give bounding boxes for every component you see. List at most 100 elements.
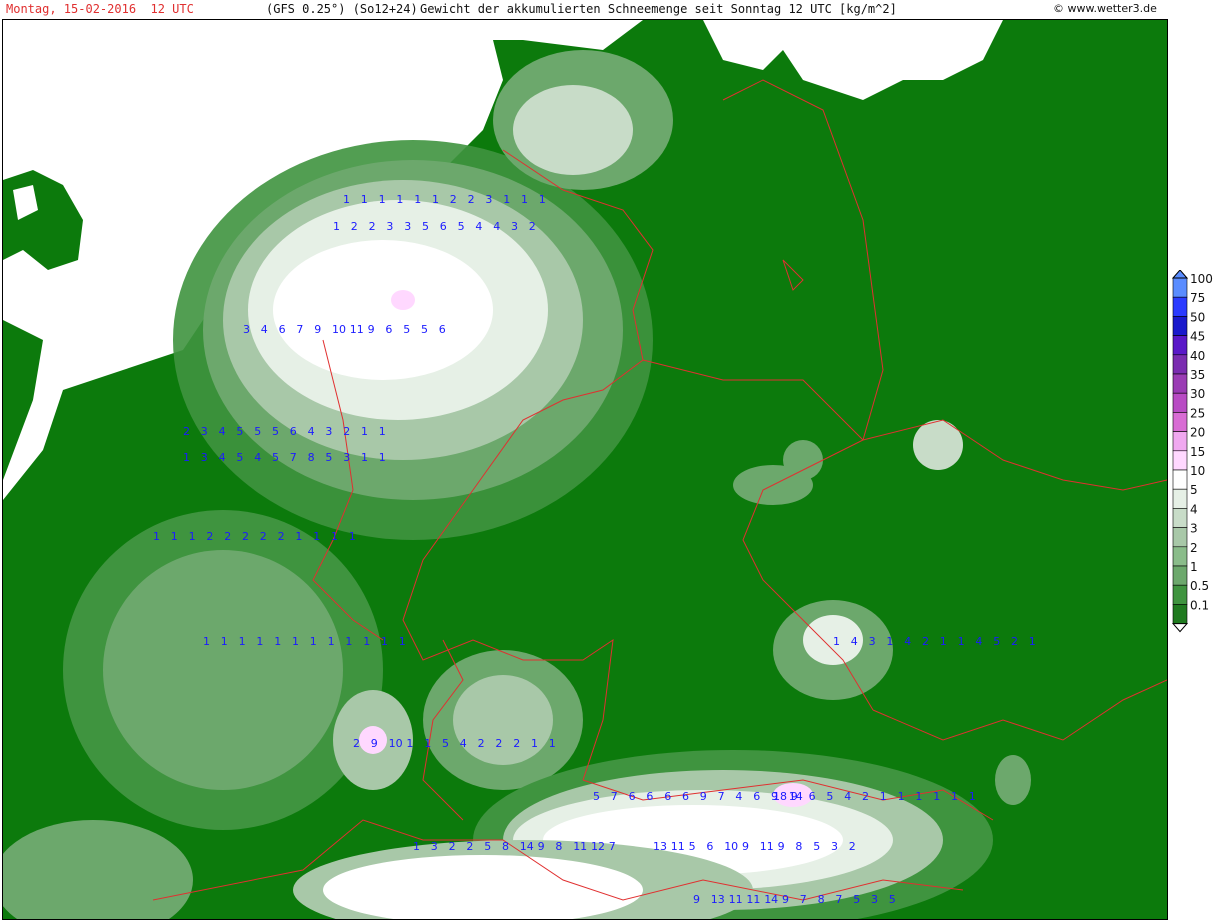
snow-value: 11 (729, 893, 743, 906)
snow-value: 1 (349, 530, 356, 543)
snow-value: 5 (442, 737, 449, 750)
snow-value: 8 (795, 840, 802, 853)
snow-value: 1 (406, 737, 413, 750)
snow-value: 10 (389, 737, 403, 750)
snow-value: 1 (940, 635, 947, 648)
snow-value: 12 (591, 840, 605, 853)
snow-value: 1 (414, 193, 421, 206)
snow-value: 2 (183, 425, 190, 438)
snow-value: 18 (773, 790, 787, 803)
legend-top-arrow (1171, 269, 1189, 279)
snow-value: 5 (593, 790, 600, 803)
snow-value: 3 (404, 220, 411, 233)
snow-value: 3 (430, 918, 437, 919)
snow-value: 8 (555, 840, 562, 853)
snow-value: 9 (782, 893, 789, 906)
snow-value: 1 (539, 193, 546, 206)
snow-value: 4 (904, 635, 911, 648)
snow-value: 1 (331, 530, 338, 543)
snow-value: 14 (764, 893, 778, 906)
snow-value: 7 (296, 323, 303, 336)
snow-value: 5 (359, 918, 366, 919)
snow-value: 6 (290, 425, 297, 438)
snow-value: 10 (341, 918, 355, 919)
snow-value: 6 (629, 790, 636, 803)
snow-value: 1 (424, 737, 431, 750)
snow-value: 7 (800, 893, 807, 906)
snow-value: 6 (664, 790, 671, 803)
map-canvas: 1 1 1 1 1 1 2 2 3 1 1 11 2 2 3 3 5 6 5 4 4 3 23 4 6 7 9 10 11 9 6 5 5 62 3… (3, 20, 1167, 919)
snow-value: 2 (529, 220, 536, 233)
legend-label: 45 (1190, 330, 1205, 344)
snow-value: 2 (369, 220, 376, 233)
snow-value: 4 (219, 425, 226, 438)
snow-value: 1 (343, 193, 350, 206)
snow-value: 3 (201, 451, 208, 464)
snow-value: 5 (272, 451, 279, 464)
snow-value: 2 (468, 193, 475, 206)
snow-value: 1 (274, 635, 281, 648)
snow-value: 5 (254, 425, 261, 438)
legend-swatch (1172, 354, 1188, 375)
snow-value: 14 (520, 840, 534, 853)
map-description: Gewicht der akkumulierten Schneemenge se… (420, 2, 897, 16)
snow-value: 6 (439, 323, 446, 336)
snow-value: 10 (332, 323, 346, 336)
snow-value: 11 (573, 840, 587, 853)
snow-value: 6 (682, 790, 689, 803)
legend-label: 10 (1190, 464, 1205, 478)
snow-value: 1 (521, 193, 528, 206)
snow-value: 2 (466, 840, 473, 853)
snow-value: 2 (465, 918, 472, 919)
snow-value: 1 (256, 635, 263, 648)
snow-value: 1 (413, 840, 420, 853)
snow-value: 1 (886, 635, 893, 648)
legend-swatch (1172, 565, 1188, 586)
legend-swatch (1172, 277, 1188, 298)
snow-value: 2 (1011, 635, 1018, 648)
snow-value: 1 (531, 737, 538, 750)
legend-swatch (1172, 335, 1188, 356)
snow-value: 1 (333, 220, 340, 233)
snow-value: 7 (290, 451, 297, 464)
snow-value: 4 (844, 790, 851, 803)
legend-label: 30 (1190, 387, 1205, 401)
snow-value: 9 (693, 893, 700, 906)
snow-value: 1 (361, 425, 368, 438)
snow-value: 2 (513, 737, 520, 750)
snow-value: 1 (313, 530, 320, 543)
snow-value: 1 (183, 451, 190, 464)
snow-value: 2 (242, 530, 249, 543)
credit-link[interactable]: © www.wetter3.de (1053, 2, 1157, 16)
snow-value: 4 (493, 220, 500, 233)
snow-value: 7 (611, 790, 618, 803)
snow-value: 3 (485, 193, 492, 206)
snow-value: 2 (260, 530, 267, 543)
snow-value: 5 (422, 220, 429, 233)
snow-value: 1 (153, 530, 160, 543)
snow-value: 4 (323, 918, 330, 919)
snow-value: 9 (778, 840, 785, 853)
snow-value: 6 (706, 840, 713, 853)
snow-value: 9 (371, 737, 378, 750)
snow-value: 6 (753, 790, 760, 803)
snow-value: 1 (951, 790, 958, 803)
snow-value: 11 (350, 323, 364, 336)
legend-bottom-arrow (1171, 623, 1189, 633)
snow-value: 5 (484, 840, 491, 853)
snow-value: 8 (502, 840, 509, 853)
snow-value: 1 (292, 635, 299, 648)
legend-swatch (1172, 450, 1188, 471)
snow-value: 13 (653, 840, 667, 853)
legend-label: 25 (1190, 406, 1205, 420)
snow-value: 9 (368, 323, 375, 336)
legend-label: 1 (1190, 560, 1198, 574)
snow-value: 2 (448, 918, 455, 919)
snow-value: 1 (549, 737, 556, 750)
snow-value: 4 (851, 635, 858, 648)
snow-value: 5 (889, 893, 896, 906)
snow-value: 3 (386, 220, 393, 233)
snow-value: 1 (432, 193, 439, 206)
snow-value: 3 (325, 425, 332, 438)
snow-value: 5 (272, 425, 279, 438)
